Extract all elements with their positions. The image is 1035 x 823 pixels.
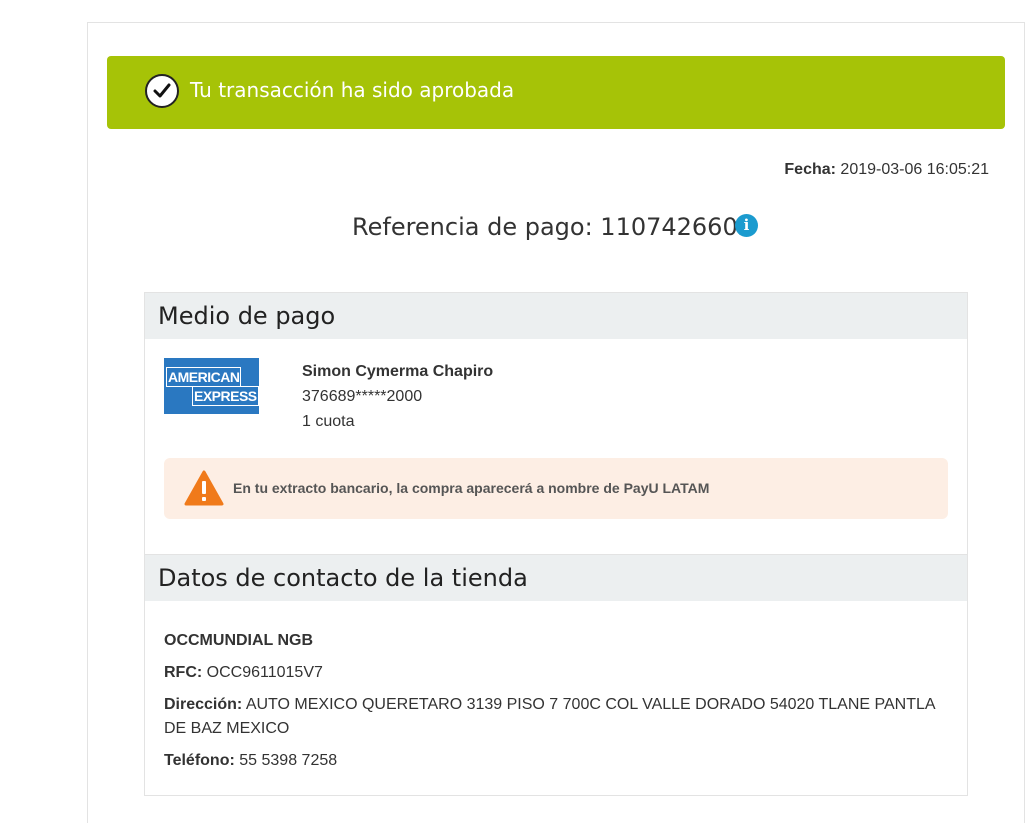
- store-contact-title: Datos de contacto de la tienda: [145, 555, 967, 601]
- rfc-row: RFC: OCC9611015V7: [164, 661, 954, 685]
- address-label: Dirección:: [164, 696, 243, 713]
- phone-label: Teléfono:: [164, 752, 235, 769]
- warning-icon: [184, 470, 224, 510]
- card-number: 376689*****2000: [302, 388, 423, 405]
- amex-logo: AMERICAN EXPRESS: [164, 358, 259, 414]
- card-holder: Simon Cymerma Chapiro: [302, 363, 494, 380]
- checkmark-circle-icon: [145, 74, 179, 108]
- phone-row: Teléfono: 55 5398 7258: [164, 749, 954, 773]
- installments: 1 cuota: [302, 413, 355, 430]
- amex-logo-line2: EXPRESS: [192, 386, 259, 406]
- rfc-label: RFC:: [164, 664, 203, 681]
- approval-banner: Tu transacción ha sido aprobada: [107, 56, 1005, 129]
- amex-logo-line1: AMERICAN: [166, 367, 242, 387]
- payment-reference: Referencia de pago: 1107426602: [352, 213, 753, 241]
- phone-value: 55 5398 7258: [239, 752, 338, 769]
- date-label: Fecha:: [784, 161, 836, 178]
- warning-text: En tu extracto bancario, la compra apare…: [233, 480, 710, 496]
- rfc-value: OCC9611015V7: [206, 664, 323, 681]
- approval-message: Tu transacción ha sido aprobada: [190, 78, 515, 102]
- payer-details: Simon Cymerma Chapiro 376689*****2000 1 …: [302, 359, 493, 434]
- store-contact-section: Datos de contacto de la tienda OCCMUNDIA…: [144, 554, 968, 796]
- transaction-date: Fecha: 2019-03-06 16:05:21: [784, 161, 989, 179]
- date-value: 2019-03-06 16:05:21: [840, 161, 989, 178]
- address-row: Dirección: AUTO MEXICO QUERETARO 3139 PI…: [164, 693, 954, 741]
- store-name: OCCMUNDIAL NGB: [164, 632, 314, 649]
- store-contact-details: OCCMUNDIAL NGB RFC: OCC9611015V7 Direcci…: [164, 629, 954, 781]
- statement-warning: En tu extracto bancario, la compra apare…: [164, 458, 948, 519]
- address-value: AUTO MEXICO QUERETARO 3139 PISO 7 700C C…: [164, 696, 935, 737]
- payment-method-title: Medio de pago: [145, 293, 967, 339]
- payment-method-section: Medio de pago AMERICAN EXPRESS Simon Cym…: [144, 292, 968, 556]
- info-icon[interactable]: i: [735, 214, 758, 237]
